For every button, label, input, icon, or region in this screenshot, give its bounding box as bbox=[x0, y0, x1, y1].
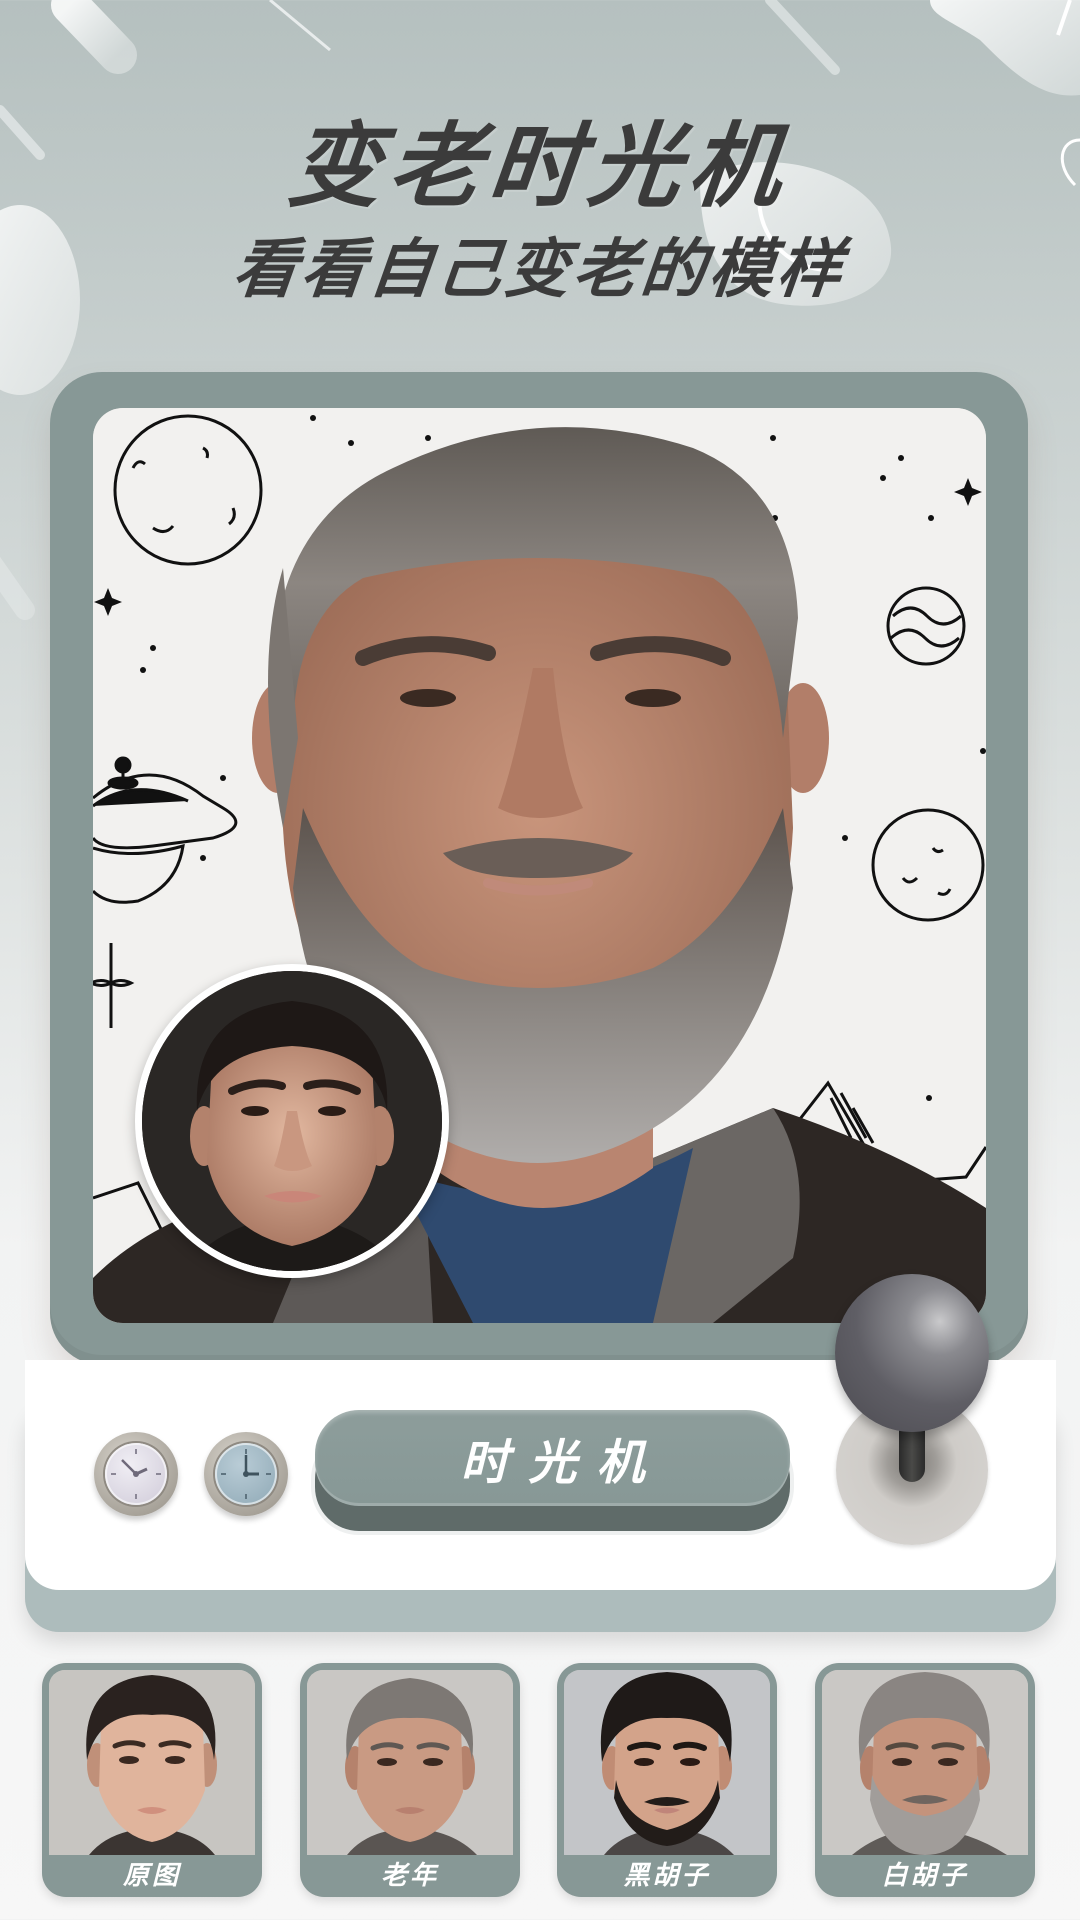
thumbnail-black-beard[interactable]: 黑胡子 bbox=[557, 1663, 777, 1897]
thumbnail-label: 白胡子 bbox=[881, 1861, 969, 1891]
joystick-icon[interactable] bbox=[835, 1274, 989, 1432]
original-photo-inset bbox=[135, 964, 449, 1278]
thumbnail-label: 黑胡子 bbox=[623, 1861, 711, 1891]
clock-icon bbox=[105, 1443, 167, 1505]
thumbnail-image bbox=[822, 1670, 1028, 1855]
thumbnail-image bbox=[49, 1670, 255, 1855]
page-subtitle: 看看自己变老的模样 bbox=[229, 233, 850, 307]
clock-button-left[interactable] bbox=[94, 1432, 178, 1516]
clock-icon bbox=[215, 1443, 277, 1505]
thumbnail-image bbox=[564, 1670, 770, 1855]
thumbnail-old[interactable]: 老年 bbox=[300, 1663, 520, 1897]
thumbnail-white-beard[interactable]: 白胡子 bbox=[815, 1663, 1035, 1897]
thumbnail-label: 原图 bbox=[122, 1861, 181, 1891]
thumbnail-image bbox=[307, 1670, 513, 1855]
clock-button-right[interactable] bbox=[204, 1432, 288, 1516]
thumbnail-label: 老年 bbox=[380, 1861, 439, 1891]
thumbnail-original[interactable]: 原图 bbox=[42, 1663, 262, 1897]
page-title: 变老时光机 bbox=[283, 113, 795, 220]
time-machine-button[interactable]: 时光机 bbox=[315, 1410, 790, 1506]
